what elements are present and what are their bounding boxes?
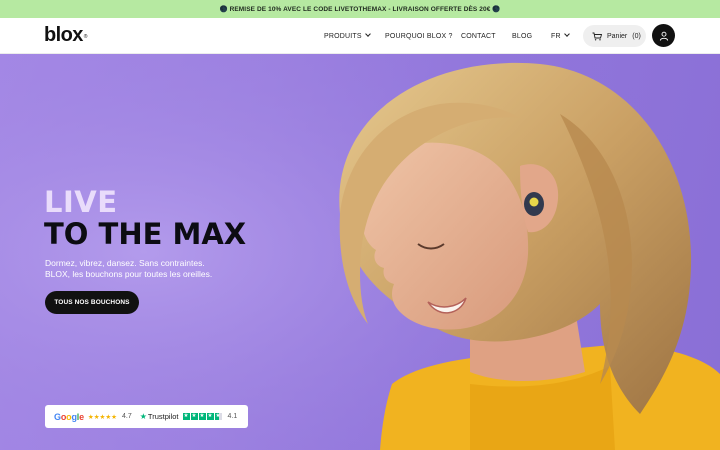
headline-to-the-max: TO THE MAX — [44, 217, 247, 251]
trustpilot-star-box: ★ — [198, 413, 206, 420]
chevron-down-icon — [563, 31, 570, 37]
hero-subtitle: Dormez, vibrez, dansez. Sans contraintes… — [45, 258, 212, 280]
cart-count: (0) — [632, 32, 641, 40]
trustpilot-rating: 4.1 — [227, 413, 238, 420]
logo-text: blox — [44, 24, 83, 46]
google-logo: Google — [54, 411, 84, 422]
hero-photo-woman-earplug — [0, 54, 720, 450]
account-button[interactable] — [652, 24, 675, 47]
nav-blog[interactable]: BLOG — [512, 18, 532, 54]
blox-logo[interactable]: blox® — [44, 24, 87, 46]
nav-contact[interactable]: CONTACT — [461, 18, 496, 54]
all-earplugs-button[interactable]: TOUS NOS BOUCHONS — [45, 291, 139, 314]
nav-blog-label: BLOG — [512, 32, 533, 40]
language-selector[interactable]: FR — [551, 18, 570, 54]
cart-icon — [592, 32, 602, 40]
trustpilot-star-box: ★ — [182, 413, 190, 420]
google-rating: 4.7 — [122, 413, 132, 420]
nav-produits[interactable]: PRODUITS — [324, 18, 371, 54]
trustpilot-label: Trustpilot — [147, 412, 179, 421]
nav-pourquoi-blox[interactable]: POURQUOI BLOX ? — [385, 18, 453, 54]
site-header: blox® PRODUITS POURQUOI BLOX ? CONTACT B… — [0, 18, 720, 54]
trustpilot-star-icon: ★ — [139, 412, 147, 421]
nav-produits-label: PRODUITS — [324, 32, 362, 40]
cart-button[interactable]: Panier (0) — [583, 25, 646, 47]
chevron-down-icon — [364, 31, 371, 37]
nav-pourquoi-label: POURQUOI BLOX ? — [385, 32, 453, 40]
trustpilot-stars: ★ ★ ★ ★ ★ — [182, 413, 223, 420]
reviews-widget[interactable]: Google ★★★★★ 4.7 ★ Trustpilot ★ ★ ★ ★ ★ … — [45, 405, 248, 428]
google-stars: ★★★★★ — [87, 413, 118, 421]
subtitle-line-2: BLOX, les bouchons pour toutes les oreil… — [45, 269, 213, 279]
announcement-text: 🌑 REMISE DE 10% AVEC LE CODE LIVETOTHEMA… — [219, 6, 501, 13]
nav-contact-label: CONTACT — [461, 32, 496, 40]
announcement-bar: 🌑 REMISE DE 10% AVEC LE CODE LIVETOTHEMA… — [0, 0, 720, 18]
language-label: FR — [551, 32, 561, 40]
cart-label: Panier — [607, 32, 628, 40]
trustpilot-star-box: ★ — [190, 413, 198, 420]
headline-live: LIVE — [44, 185, 118, 219]
trustpilot-star-box: ★ — [214, 413, 222, 420]
registered-mark: ® — [83, 34, 88, 40]
user-icon — [659, 31, 668, 41]
trustpilot-star-box: ★ — [206, 413, 214, 420]
subtitle-line-1: Dormez, vibrez, dansez. Sans contraintes… — [45, 258, 205, 268]
hero-banner: LIVE TO THE MAX Dormez, vibrez, dansez. … — [0, 54, 720, 450]
